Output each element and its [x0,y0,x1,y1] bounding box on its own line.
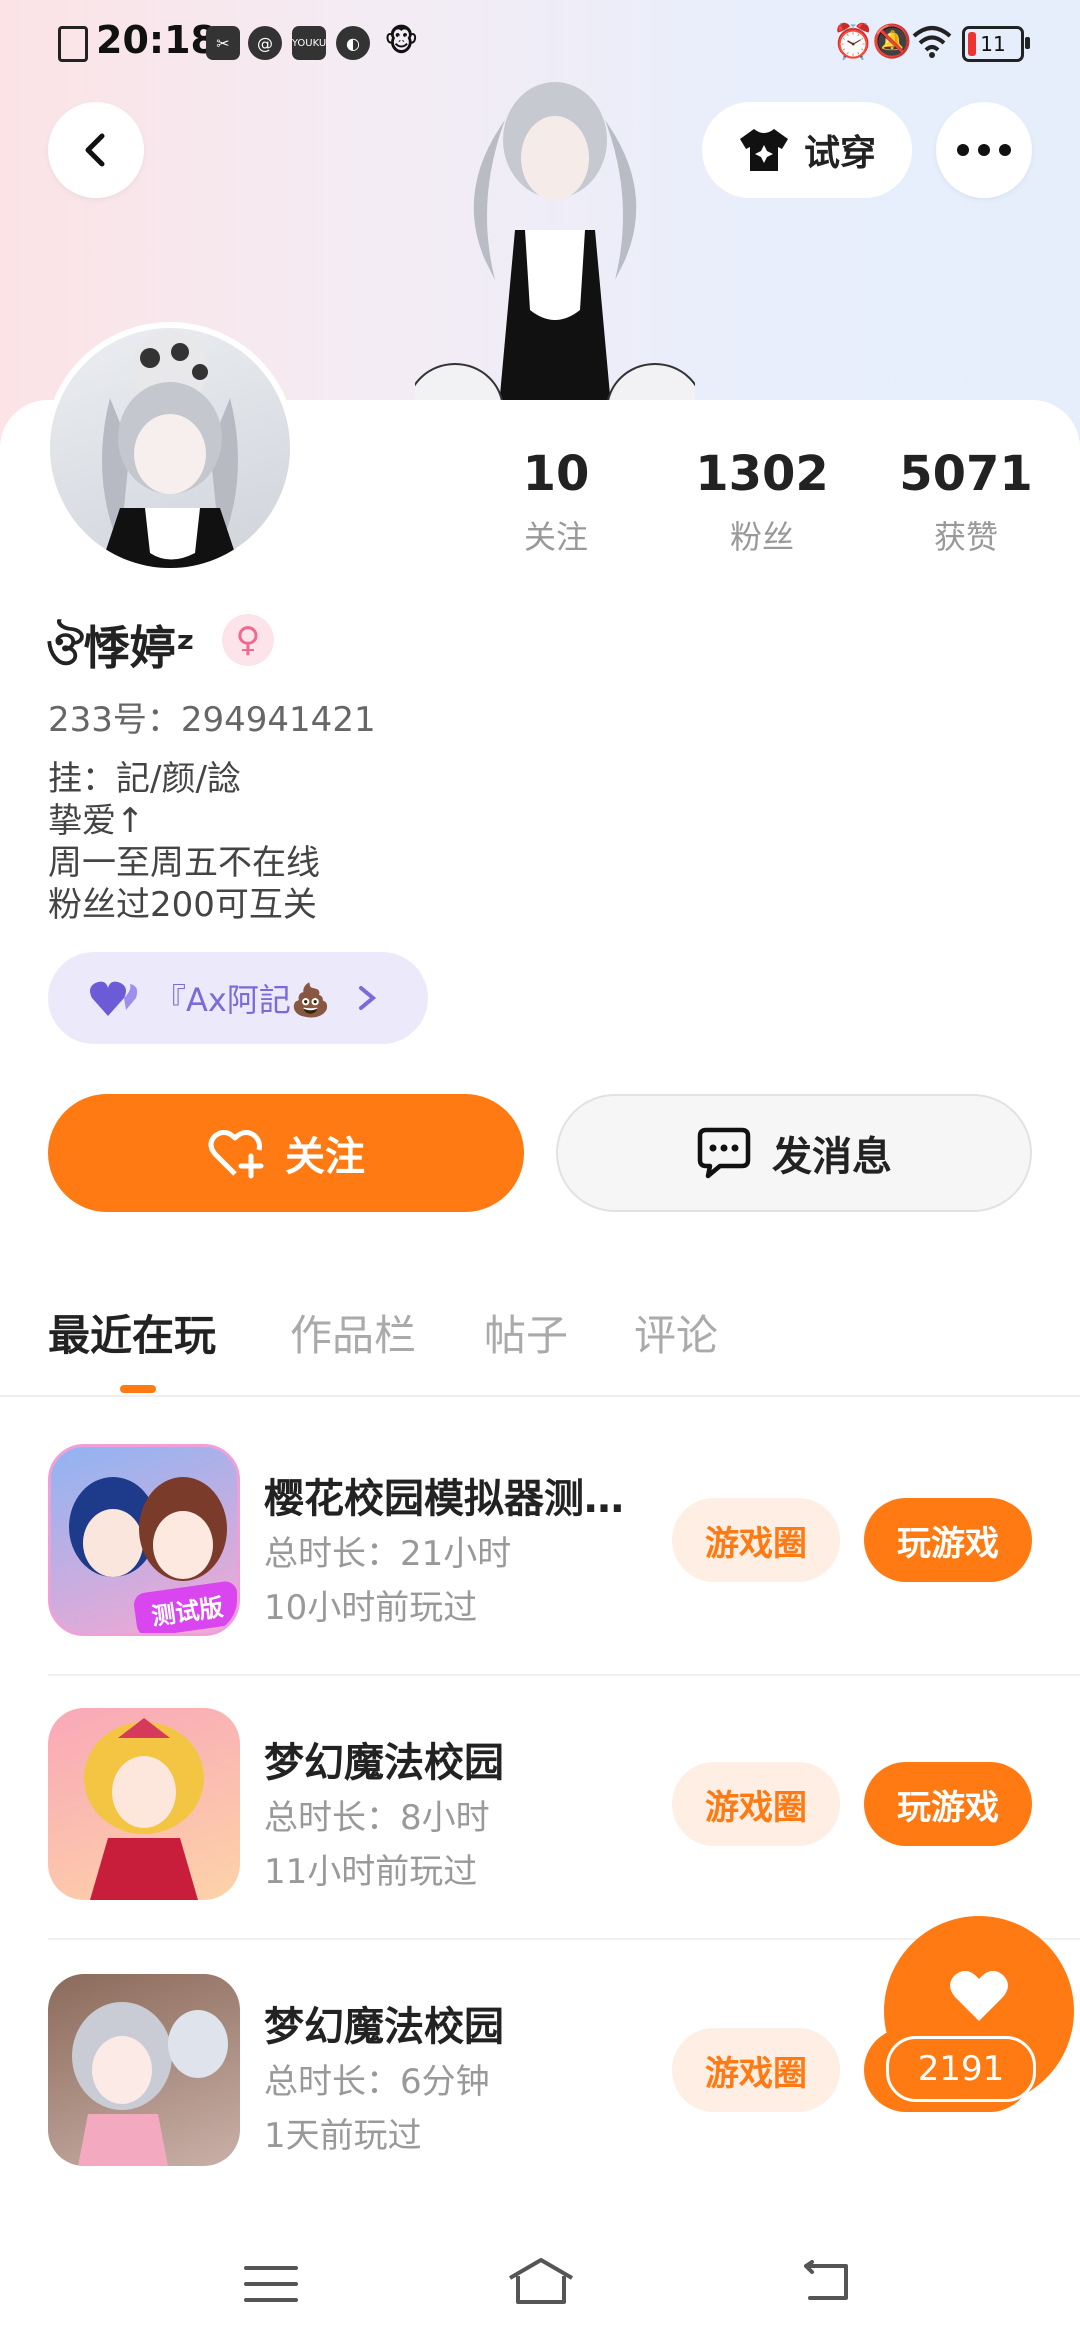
bio-line: 周一至周五不在线 [48,843,320,883]
avatar[interactable] [44,322,296,574]
status-time: 20:18 [96,18,217,62]
game-title: 梦幻魔法校园 [264,2004,504,2050]
game-title: 梦幻魔法校园 [264,1740,504,1786]
mute-icon: 🔕 [872,22,912,60]
following-label[interactable]: 关注 [456,512,656,558]
sim-icon [58,26,88,62]
tab-divider [0,1395,1080,1397]
heart-plus-icon [208,1130,264,1179]
relationship-label: 『Ax阿記💩 [154,981,331,1019]
status-bar: 20:18 ✂ @ YOUKU ◐ 🐵 ⏰ 🔕 11 [0,0,1080,84]
game-art [72,2002,228,2166]
follow-label: 关注 [285,1134,365,1180]
avatar-character-illustration [415,82,695,450]
gender-female-icon: ♀ [222,614,274,666]
bio-line: 挚爱↑ [48,801,145,841]
game-duration: 总时长：8小时 [264,1798,490,1838]
game-art [84,1718,204,1900]
followers-count[interactable]: 1302 [662,446,862,502]
game-last-played: 11小时前玩过 [264,1852,478,1892]
user-name: ঔ悸婷ᶻ [46,621,195,675]
followers-label[interactable]: 粉丝 [662,512,862,558]
chevron-right-icon [358,986,376,1010]
play-game-button[interactable]: 玩游戏 [864,1498,1032,1582]
following-count[interactable]: 10 [456,446,656,502]
game-title: 樱花校园模拟器测… [264,1476,624,1522]
youku-icon: YOUKU [292,26,326,60]
bio-line: 粉丝过200可互关 [48,885,317,925]
more-button[interactable] [936,102,1032,198]
app-notification-icon: ◐ [336,26,370,60]
relationship-badge[interactable]: 『Ax阿記💩 [48,952,428,1044]
like-count[interactable]: 2191 [886,2036,1036,2102]
user-id[interactable]: 233号：294941421 [48,692,376,741]
back-button[interactable] [48,102,144,198]
heart-icon [950,1970,1008,2021]
game-icon: 测试版 [48,1444,240,1636]
app-notification-icon: @ [248,26,282,60]
bio-line: 挂：記/颜/諗 [48,759,241,799]
gender-symbol: ♀ [235,620,261,660]
game-duration: 总时长：6分钟 [264,2062,490,2102]
game-row[interactable]: 梦幻魔法校园 总时长：8小时 11小时前玩过 游戏圈 玩游戏 [0,1676,1080,1940]
send-message-button[interactable]: 发消息 [556,1094,1032,1212]
game-circle-button[interactable]: 游戏圈 [672,1498,840,1582]
tab-comments[interactable]: 评论 [634,1302,718,1363]
avatar-image [100,330,240,568]
battery-icon: 11 [962,26,1030,62]
home-icon[interactable] [506,2256,576,2306]
tab-works[interactable]: 作品栏 [290,1302,416,1363]
battery-level: 11 [980,32,1006,56]
chevron-left-icon [85,133,105,167]
alarm-icon: ⏰ [832,22,875,62]
likes-label[interactable]: 获赞 [866,512,1066,558]
game-circle-button[interactable]: 游戏圈 [672,2028,840,2112]
tshirt-icon [739,129,788,171]
tab-recently-played[interactable]: 最近在玩 [48,1302,216,1363]
more-dots-icon [957,144,1011,156]
game-last-played: 1天前玩过 [264,2116,422,2156]
game-circle-button[interactable]: 游戏圈 [672,1762,840,1846]
game-row[interactable]: 测试版 樱花校园模拟器测… 总时长：21小时 10小时前玩过 游戏圈 玩游戏 [0,1410,1080,1676]
app-notification-icon: ✂ [206,26,240,60]
user-bio: 挂：記/颜/諗 挚爱↑ 周一至周五不在线 粉丝过200可互关 [48,758,320,926]
back-nav-icon[interactable] [796,2260,852,2304]
game-icon [48,1974,240,2166]
try-on-label: 试穿 [803,133,876,174]
game-icon [48,1708,240,1900]
double-heart-icon [90,981,138,1016]
try-on-button[interactable]: 试穿 [702,102,912,198]
system-nav-bar [0,2220,1080,2340]
menu-icon[interactable] [244,2264,298,2304]
game-last-played: 10小时前玩过 [264,1588,478,1628]
active-tab-indicator [120,1385,156,1393]
monkey-icon: 🐵 [384,24,419,59]
likes-count[interactable]: 5071 [866,446,1066,502]
play-game-button[interactable]: 玩游戏 [864,1762,1032,1846]
tab-posts[interactable]: 帖子 [484,1302,568,1363]
follow-button[interactable]: 关注 [48,1094,524,1212]
chat-bubble-icon [697,1127,751,1179]
message-label: 发消息 [772,1134,892,1180]
wifi-icon [912,26,952,58]
game-duration: 总时长：21小时 [264,1534,512,1574]
